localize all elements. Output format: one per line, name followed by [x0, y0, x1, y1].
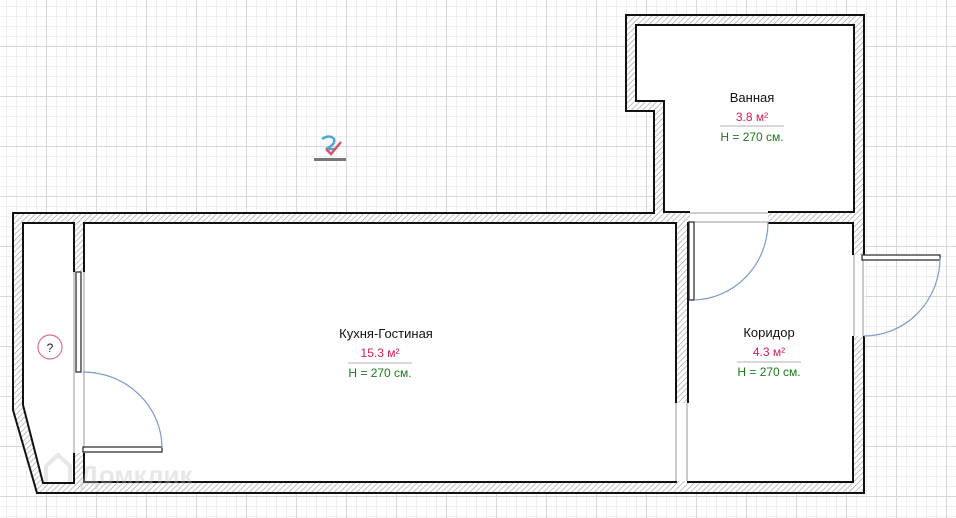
room-height: H = 270 см.	[720, 130, 783, 144]
room-height: H = 270 см.	[737, 365, 800, 379]
bathroom-door-leaf[interactable]	[688, 221, 695, 301]
entrance-door-arc	[863, 257, 941, 337]
room-height: H = 270 см.	[348, 366, 411, 380]
loggia-window	[75, 271, 82, 373]
room-name: Коридор	[743, 325, 794, 340]
room-area: 4.3 м²	[753, 345, 785, 359]
room-name: Кухня-Гостиная	[339, 326, 433, 341]
floor-plan: Кухня-Гостиная 15.3 м² H = 270 см. Ванна…	[12, 14, 941, 494]
unknown-room-label: ?	[47, 341, 54, 355]
room-area: 15.3 м²	[361, 346, 400, 360]
room-area: 3.8 м²	[736, 110, 768, 124]
room-name: Ванная	[730, 90, 775, 105]
entrance-door-leaf[interactable]	[861, 254, 941, 261]
replanning-logo-icon	[314, 135, 346, 161]
svg-text:Домклик: Домклик	[80, 460, 193, 490]
loggia-door-leaf[interactable]	[82, 446, 163, 453]
